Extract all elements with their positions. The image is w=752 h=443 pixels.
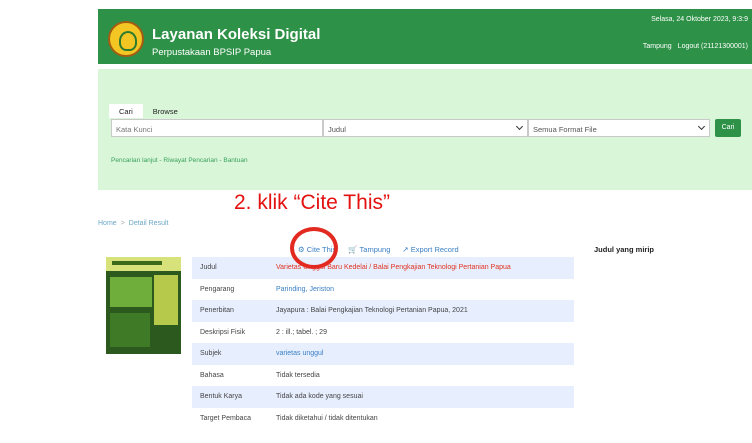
detail-row-deskripsi: Deskripsi Fisik 2 : ill.; tabel. ; 29 [192, 322, 574, 344]
search-button[interactable]: Cari [715, 119, 741, 137]
site-subtitle: Perpustakaan BPSIP Papua [152, 47, 272, 58]
advanced-search-links[interactable]: Pencarian lanjut - Riwayat Pencarian - B… [111, 157, 248, 164]
current-datetime: Selasa, 24 Oktober 2023, 9:3:9 [651, 16, 748, 23]
chevron-down-icon [697, 122, 706, 131]
detail-row-bentuk-karya: Bentuk Karya Tidak ada kode yang sesuai [192, 386, 574, 408]
detail-value: Jayapura : Balai Pengkajian Teknologi Pe… [276, 307, 468, 315]
site-title[interactable]: Layanan Koleksi Digital [152, 26, 320, 43]
user-links: Tampung Logout (21121300001) [643, 43, 748, 50]
book-cover-image [106, 257, 181, 354]
detail-value: Tidak diketahui / tidak ditentukan [276, 414, 378, 422]
cart-icon: 🛒 [348, 245, 358, 254]
export-record-label: Export Record [410, 245, 459, 254]
file-format-select[interactable]: Semua Format File [528, 119, 710, 137]
detail-row-penerbitan: Penerbitan Jayapura : Balai Pengkajian T… [192, 300, 574, 322]
tab-browse[interactable]: Browse [143, 104, 188, 118]
detail-label: Target Pembaca [200, 414, 251, 422]
detail-row-pengarang: Pengarang Parinding, Jeriston [192, 279, 574, 301]
tampung-label: Tampung [359, 245, 391, 254]
detail-value: Tidak ada kode yang sesuai [276, 393, 363, 401]
search-tabs: Cari Browse [109, 104, 188, 118]
detail-row-bahasa: Bahasa Tidak tersedia [192, 365, 574, 387]
tampung-button[interactable]: 🛒 Tampung [348, 245, 390, 254]
detail-label: Pengarang [200, 285, 235, 293]
highlight-circle [290, 227, 338, 269]
file-format-value: Semua Format File [533, 125, 597, 134]
search-field-value: Judul [328, 125, 346, 134]
search-row: Kata Kunci Judul Semua Format File Cari [111, 119, 741, 137]
detail-row-judul: Judul Varietas Unggul Baru Kedelai / Bal… [192, 257, 574, 279]
site-header: Layanan Koleksi Digital Perpustakaan BPS… [98, 9, 752, 64]
logout-link[interactable]: Logout (21121300001) [678, 43, 748, 50]
subject-link[interactable]: varietas unggul [276, 350, 323, 357]
breadcrumb-separator: > [120, 220, 125, 227]
record-detail-table: Judul Varietas Unggul Baru Kedelai / Bal… [192, 257, 574, 429]
breadcrumb: Home > Detail Result [98, 220, 168, 227]
detail-row-target-pembaca: Target Pembaca Tidak diketahui / tidak d… [192, 408, 574, 430]
detail-value: 2 : ill.; tabel. ; 29 [276, 328, 327, 336]
detail-value: Tidak tersedia [276, 371, 320, 379]
chevron-down-icon [515, 122, 524, 131]
keyword-input[interactable]: Kata Kunci [111, 119, 323, 137]
detail-label: Judul [200, 264, 217, 272]
page: { "header": { "title": "Layanan Koleksi … [0, 0, 752, 443]
detail-label: Bahasa [200, 371, 224, 379]
tab-cari[interactable]: Cari [109, 104, 143, 118]
breadcrumb-home[interactable]: Home [98, 220, 117, 227]
tampung-link[interactable]: Tampung [643, 43, 672, 50]
export-icon: ↗ [402, 245, 409, 254]
detail-row-subjek: Subjek varietas unggul [192, 343, 574, 365]
search-panel: Cari Browse Kata Kunci Judul Semua Forma… [98, 69, 752, 190]
institution-logo-icon [108, 21, 144, 57]
breadcrumb-current[interactable]: Detail Result [129, 220, 169, 227]
detail-label: Subjek [200, 350, 222, 358]
detail-label: Bentuk Karya [200, 393, 243, 401]
author-link[interactable]: Parinding, Jeriston [276, 286, 334, 293]
instruction-annotation: 2. klik “Cite This” [234, 191, 390, 214]
detail-label: Penerbitan [200, 307, 234, 315]
search-field-select[interactable]: Judul [323, 119, 528, 137]
similar-titles-heading: Judul yang mirip [594, 245, 655, 254]
detail-label: Deskripsi Fisik [200, 328, 246, 336]
export-record-button[interactable]: ↗ Export Record [402, 245, 458, 254]
